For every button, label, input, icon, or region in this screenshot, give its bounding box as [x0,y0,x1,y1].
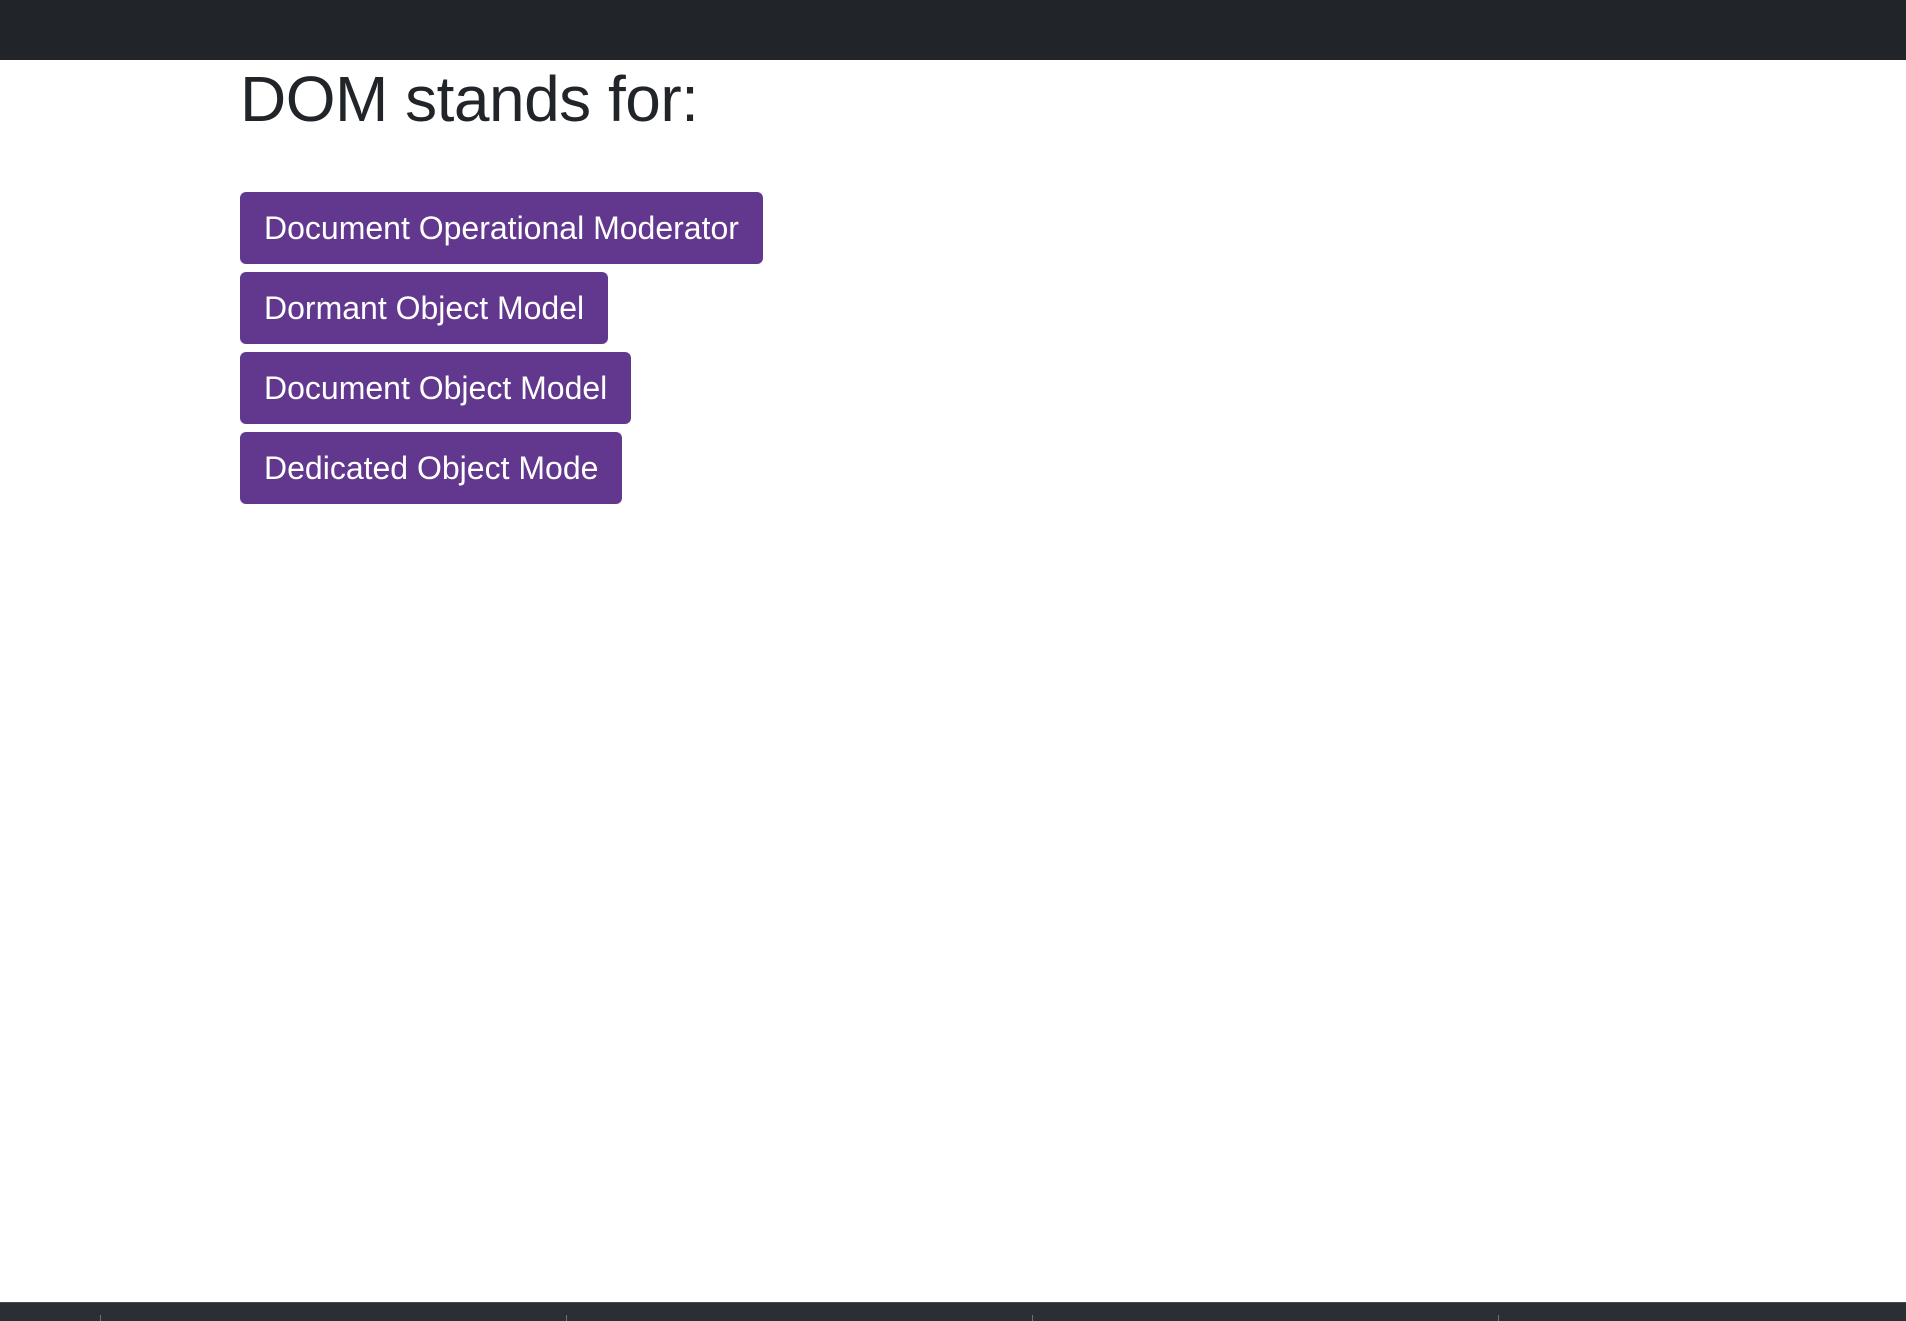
answer-button-3[interactable]: Document Object Model [240,352,632,425]
answer-button-1[interactable]: Document Operational Moderator [240,192,763,265]
question-heading: DOM stands for: [240,63,699,135]
bottom-bar-divider [1498,1315,1499,1321]
bottom-bar-divider [100,1315,101,1321]
answer-button-4[interactable]: Dedicated Object Mode [240,432,623,505]
bottom-bar [0,1302,1906,1321]
answer-button-2[interactable]: Dormant Object Model [240,272,609,345]
bottom-bar-divider [1032,1315,1033,1321]
bottom-bar-divider [566,1315,567,1321]
answer-list: Document Operational Moderator Dormant O… [240,192,763,512]
top-navbar [0,0,1906,60]
quiz-container: DOM stands for: Document Operational Mod… [240,60,763,512]
